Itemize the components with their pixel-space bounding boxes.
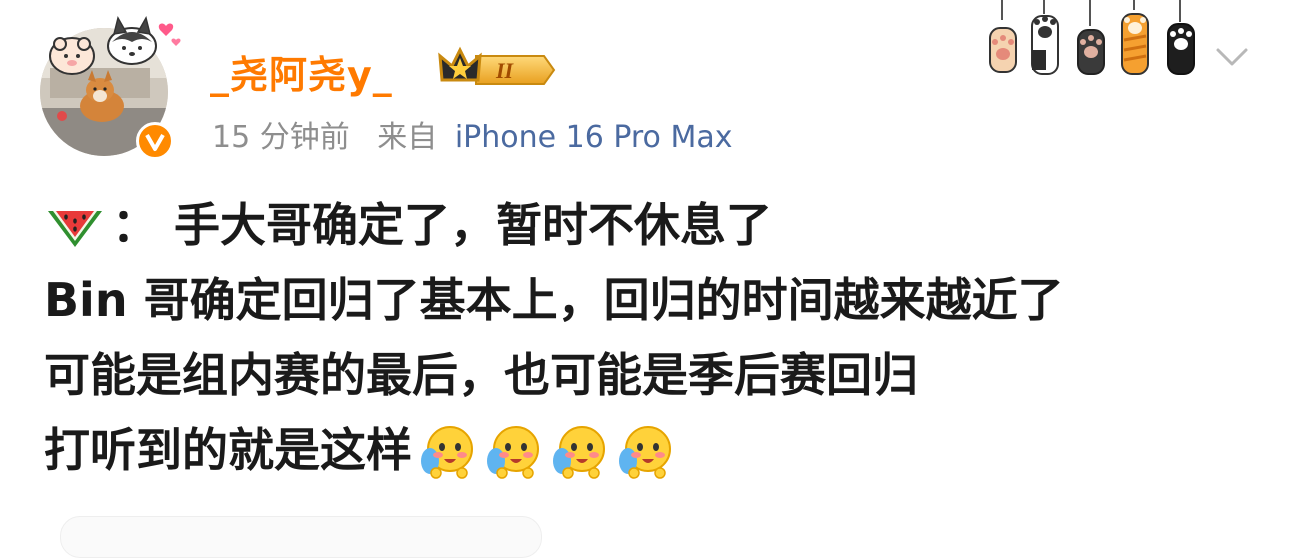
content-line-4-text: 打听到的就是这样 [44, 423, 412, 477]
weibo-post: _尧阿尧y_ II 15 分钟前 来自 iPhone 16 Pro Max ： … [0, 0, 1290, 558]
blush-emoji-icon [619, 425, 671, 479]
content-line-4: 打听到的就是这样 [44, 413, 1254, 488]
blush-emoji-icon [553, 425, 605, 479]
watermelon-icon [48, 210, 102, 247]
member-crown-badge-icon[interactable]: II [436, 44, 556, 92]
post-time: 15 分钟前 [212, 120, 350, 155]
content-line-1-text: ： 手大哥确定了，暂时不休息了 [112, 198, 773, 252]
post-device-link[interactable]: iPhone 16 Pro Max [455, 120, 733, 155]
blush-emoji-icon [487, 425, 539, 479]
chevron-down-icon[interactable] [1212, 40, 1252, 70]
post-from-label: 来自 [377, 120, 438, 155]
content-line-3: 可能是组内赛的最后，也可能是季后赛回归 [44, 338, 1254, 413]
post-meta: 15 分钟前 来自 iPhone 16 Pro Max [212, 112, 732, 156]
content-line-2: Bin 哥确定回归了基本上，回归的时间越来越近了 [44, 263, 1254, 338]
author-username[interactable]: _尧阿尧y_ [210, 44, 393, 99]
blush-emoji-icon [421, 425, 473, 479]
badge-level-label: II [495, 58, 515, 83]
attached-card-edge[interactable] [60, 516, 542, 558]
cat-paws-decoration-icon [989, 0, 1195, 75]
content-line-3-text: 可能是组内赛的最后，也可能是季后赛回归 [44, 348, 918, 402]
content-line-1: ： 手大哥确定了，暂时不休息了 [44, 188, 1254, 263]
post-content: ： 手大哥确定了，暂时不休息了 Bin 哥确定回归了基本上，回归的时间越来越近了… [44, 188, 1254, 488]
verified-badge-icon [136, 122, 174, 160]
content-line-2-text: Bin 哥确定回归了基本上，回归的时间越来越近了 [44, 273, 1064, 327]
author-avatar-wrap[interactable] [40, 16, 181, 160]
